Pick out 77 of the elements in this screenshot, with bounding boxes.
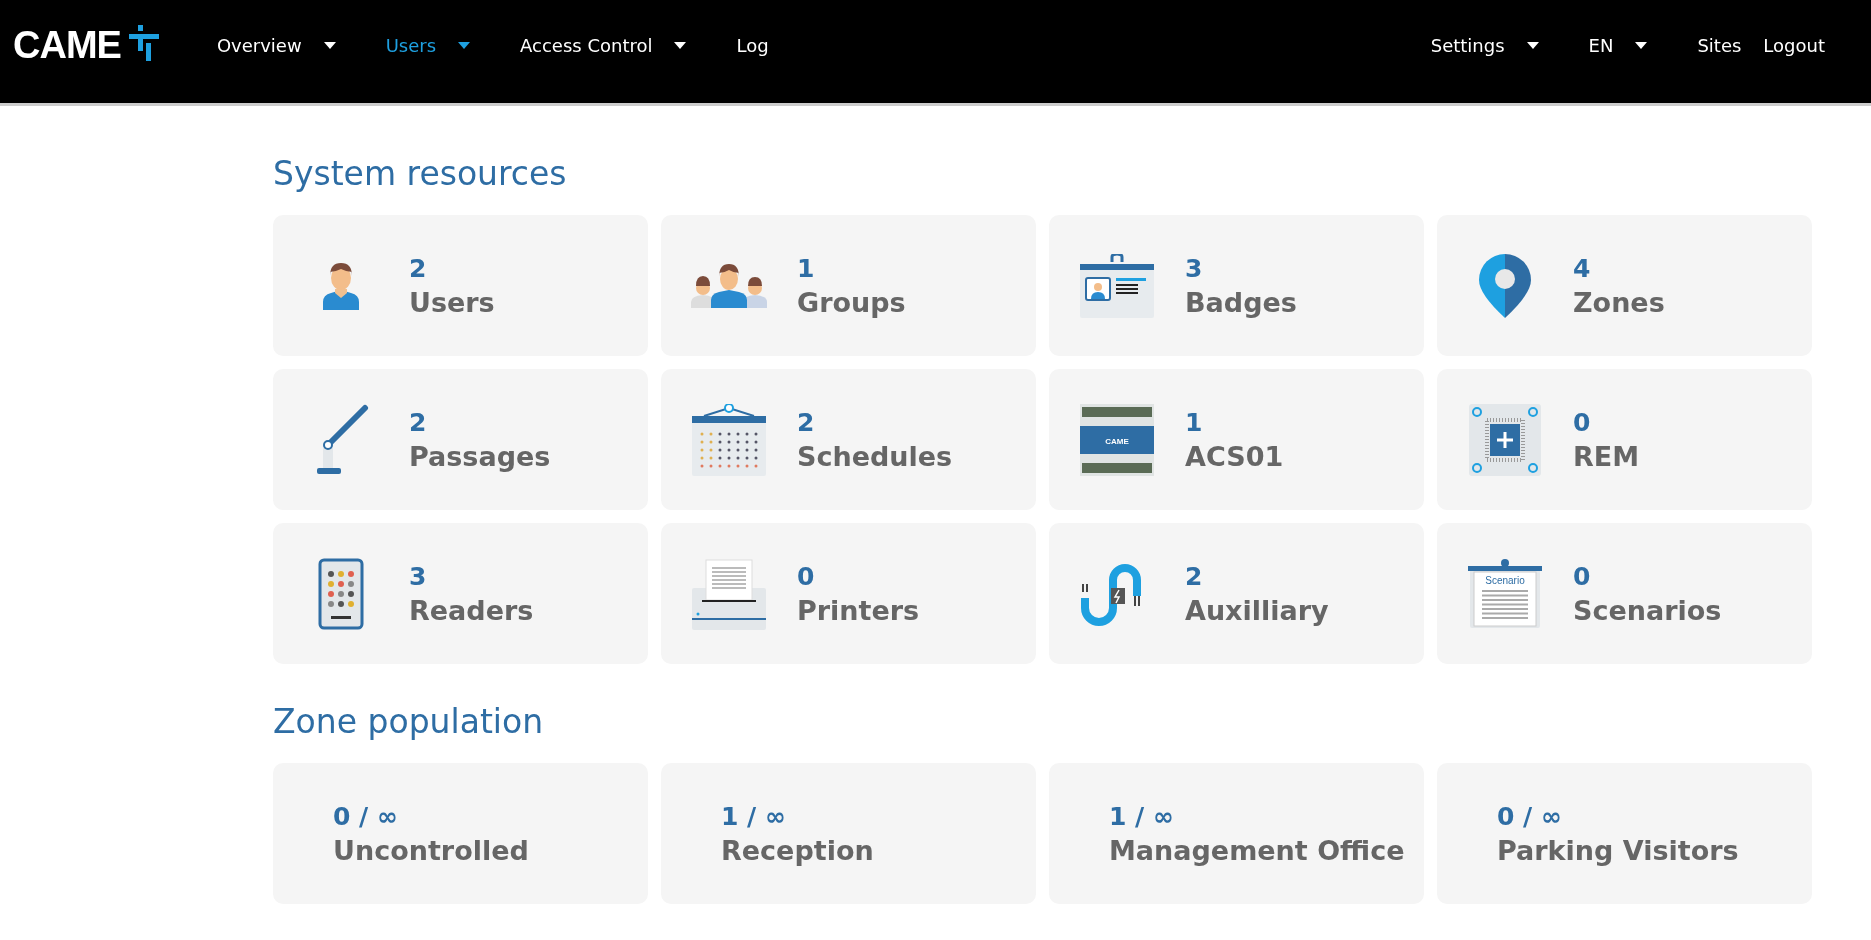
controller-icon <box>1080 403 1154 476</box>
nav-item[interactable]: Log <box>736 35 769 56</box>
zone-card[interactable]: 1 / ∞ Management Office <box>1049 763 1424 904</box>
resource-card[interactable]: 2 Passages <box>273 369 648 510</box>
caret-icon[interactable] <box>323 42 336 49</box>
section-title: Zone population <box>273 702 545 741</box>
resource-card[interactable]: 3 Readers <box>273 523 648 664</box>
logo-mark-icon <box>128 24 159 61</box>
resource-card[interactable]: 0 REM <box>1437 369 1812 510</box>
resource-label: Badges <box>1185 286 1297 318</box>
caret-icon[interactable] <box>1635 42 1648 49</box>
nav-item[interactable]: Logout <box>1763 35 1825 56</box>
keypad-reader-icon <box>318 557 364 630</box>
user-icon <box>321 261 361 310</box>
printer-icon <box>692 557 766 630</box>
caret-icon[interactable] <box>1526 42 1539 49</box>
resource-card[interactable]: 2 Schedules <box>661 369 1036 510</box>
count-value: 2 <box>409 253 428 283</box>
resource-label: ACS01 <box>1185 440 1284 472</box>
population-count: 0 / ∞ <box>1497 801 1563 831</box>
zone-name: Parking Visitors <box>1497 834 1739 866</box>
id-badge-icon <box>1080 253 1154 318</box>
resource-label: Passages <box>409 440 551 472</box>
resource-label: Auxilliary <box>1185 594 1329 626</box>
resource-label: Printers <box>797 594 920 626</box>
resource-card[interactable]: 2 Users <box>273 215 648 356</box>
zone-card[interactable]: 0 / ∞ Uncontrolled <box>273 763 648 904</box>
zone-name: Reception <box>721 834 874 866</box>
count-value: 4 <box>1573 253 1592 283</box>
resource-card[interactable]: 2 Auxilliary <box>1049 523 1424 664</box>
zone-card[interactable]: 0 / ∞ Parking Visitors <box>1437 763 1812 904</box>
zone-name: Uncontrolled <box>333 834 529 866</box>
resource-label: REM <box>1573 440 1640 472</box>
nav-item[interactable]: EN <box>1588 35 1614 56</box>
calendar-icon <box>692 403 766 476</box>
zone-card[interactable]: 1 / ∞ Reception <box>661 763 1036 904</box>
caret-icon[interactable] <box>458 42 471 49</box>
count-value: 3 <box>1185 253 1204 283</box>
map-pin-icon <box>1479 253 1531 318</box>
section-title: System resources <box>273 154 568 193</box>
nav-item[interactable]: Users <box>385 35 437 56</box>
resource-card[interactable]: Scenario 0 Scenarios <box>1437 523 1812 664</box>
nav-item[interactable]: Settings <box>1430 35 1505 56</box>
count-value: 2 <box>797 407 816 437</box>
population-count: 1 / ∞ <box>1109 801 1175 831</box>
circuit-board-icon <box>1469 403 1541 476</box>
resource-label: Groups <box>797 286 906 318</box>
count-value: 2 <box>409 407 428 437</box>
zone-name: Management Office <box>1109 834 1405 866</box>
population-count: 1 / ∞ <box>721 801 787 831</box>
resource-card[interactable]: CAME 1 ACS01 <box>1049 369 1424 510</box>
clipboard-icon <box>1468 558 1542 628</box>
count-value: 3 <box>409 561 428 591</box>
nav-item[interactable]: Sites <box>1697 35 1742 56</box>
nav-item[interactable]: Access Control <box>520 35 653 56</box>
resource-card[interactable]: 3 Badges <box>1049 215 1424 356</box>
nav-item[interactable]: Overview <box>216 35 302 56</box>
logo-text[interactable]: CAME <box>13 24 121 67</box>
resource-label: Zones <box>1573 286 1665 318</box>
resource-card[interactable]: 0 Printers <box>661 523 1036 664</box>
caret-icon[interactable] <box>674 42 687 49</box>
resource-label: Schedules <box>797 440 953 472</box>
count-value: 0 <box>1573 407 1592 437</box>
resource-label: Users <box>409 286 495 318</box>
count-value: 0 <box>1573 561 1592 591</box>
resource-label: Scenarios <box>1573 594 1722 626</box>
count-value: 0 <box>797 561 816 591</box>
resource-label: Readers <box>409 594 534 626</box>
group-icon <box>691 263 767 308</box>
resource-card[interactable]: 4 Zones <box>1437 215 1812 356</box>
count-value: 2 <box>1185 561 1204 591</box>
count-value: 1 <box>797 253 816 283</box>
clipboard-title-text: Scenario <box>1485 574 1525 586</box>
count-value: 1 <box>1185 407 1204 437</box>
population-count: 0 / ∞ <box>333 801 399 831</box>
brand-text: CAME <box>1105 436 1129 446</box>
resource-card[interactable]: 1 Groups <box>661 215 1036 356</box>
